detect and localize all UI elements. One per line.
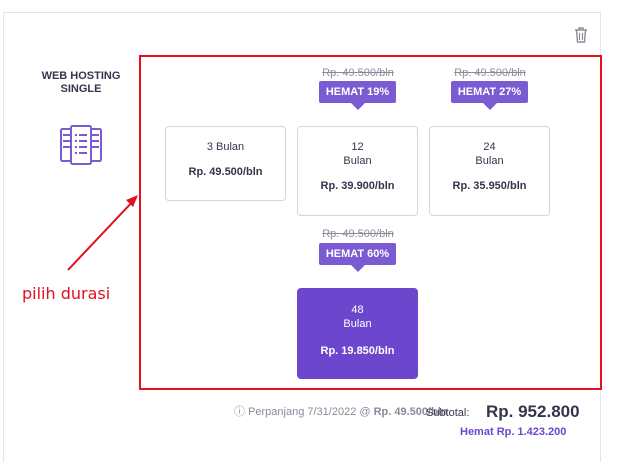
old-price: Rp. 49.500/bln <box>322 67 394 79</box>
annotation-label: pilih durasi <box>22 284 111 303</box>
renewal-text: Perpanjang 7/31/2022 @ <box>248 406 371 418</box>
savings: Hemat Rp. 1.423.200 <box>460 426 566 438</box>
duration-unit: Bulan <box>343 155 372 167</box>
subtotal-label: Subtotal: <box>426 407 470 419</box>
info-icon: ⓘ <box>234 406 245 418</box>
duration-price: Rp. 19.850/bln <box>320 345 395 357</box>
duration-label: 3 Bulan <box>206 141 245 153</box>
savings-label: Hemat <box>460 426 494 438</box>
duration-price: Rp. 49.500/bln <box>188 166 263 178</box>
old-price: Rp. 49.500/bln <box>322 228 394 240</box>
duration-number: 48 <box>351 304 364 316</box>
duration-number: 24 <box>483 141 496 153</box>
duration-number: 12 <box>351 141 364 153</box>
discount-badge: HEMAT 60% <box>319 243 396 272</box>
duration-price: Rp. 39.900/bln <box>320 180 395 192</box>
savings-value: Rp. 1.423.200 <box>496 426 567 438</box>
duration-price: Rp. 35.950/bln <box>452 180 527 192</box>
duration-unit: Bulan <box>475 155 504 167</box>
renewal-info: ⓘ Perpanjang 7/31/2022 @ Rp. 49.500/bln <box>234 403 448 419</box>
duration-option-48-bulan[interactable]: 48 Bulan Rp. 19.850/bln <box>297 288 418 379</box>
discount-badge: HEMAT 27% <box>451 81 528 110</box>
subtotal-value: Rp. 952.800 <box>486 402 580 421</box>
product-name: WEB HOSTING SINGLE <box>41 70 121 95</box>
server-document-icon <box>60 125 102 165</box>
duration-option-12-bulan[interactable]: 12 Bulan Rp. 39.900/bln <box>297 126 418 216</box>
trash-icon[interactable] <box>573 26 589 44</box>
annotation-arrow-icon <box>67 195 138 271</box>
duration-unit: Bulan <box>343 318 372 330</box>
discount-badge: HEMAT 19% <box>319 81 396 110</box>
old-price: Rp. 49.500/bln <box>454 67 526 79</box>
duration-option-3-bulan[interactable]: 3 Bulan Rp. 49.500/bln <box>165 126 286 201</box>
duration-option-24-bulan[interactable]: 24 Bulan Rp. 35.950/bln <box>429 126 550 216</box>
